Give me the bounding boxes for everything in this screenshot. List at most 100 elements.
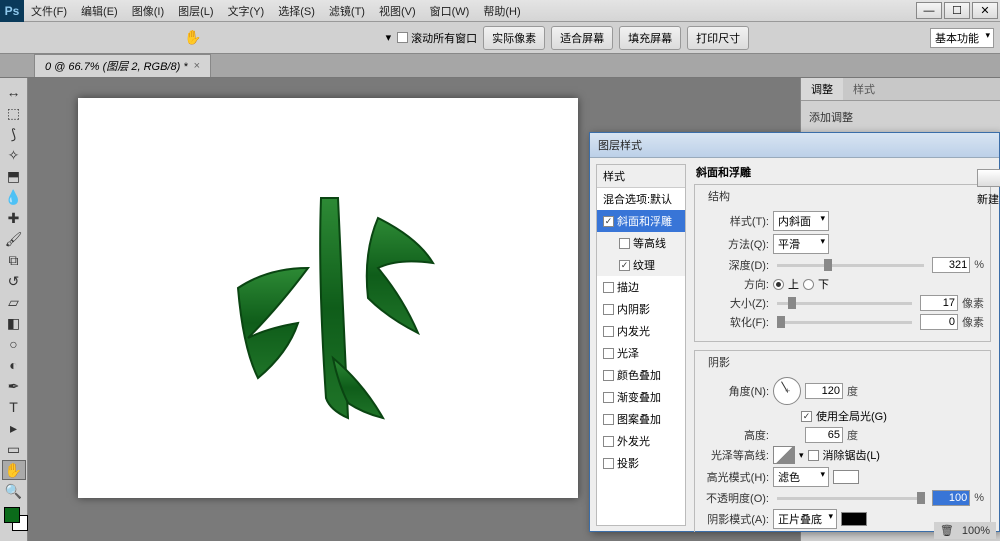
style-select[interactable]: 内斜面 [773,211,829,231]
heal-tool[interactable]: ✚ [2,208,26,228]
effect-color-overlay[interactable]: 颜色叠加 [597,364,685,386]
soften-slider[interactable] [777,321,912,324]
highlight-opacity-slider[interactable] [777,497,924,500]
dir-down-radio[interactable] [803,279,814,290]
effect-bevel[interactable]: 斜面和浮雕 [597,210,685,232]
foreground-color-swatch[interactable] [4,507,20,523]
angle-input[interactable] [805,383,843,399]
effect-stroke[interactable]: 描边 [597,276,685,298]
checkbox-icon[interactable] [603,414,614,425]
checkbox-icon[interactable] [603,392,614,403]
gloss-contour-picker[interactable] [773,446,795,464]
size-input[interactable] [920,295,958,311]
effect-pattern-overlay[interactable]: 图案叠加 [597,408,685,430]
effect-drop-shadow[interactable]: 投影 [597,452,685,474]
tab-close-icon[interactable]: × [194,60,200,72]
canvas[interactable] [78,98,578,498]
effect-outer-glow[interactable]: 外发光 [597,430,685,452]
global-light-checkbox[interactable] [801,411,812,422]
shadow-mode-select[interactable]: 正片叠底 [773,509,837,529]
antialias-checkbox[interactable] [808,450,819,461]
shape-tool[interactable]: ▭ [2,439,26,459]
scroll-all-checkbox[interactable]: 滚动所有窗口 [397,30,477,46]
menu-file[interactable]: 文件(F) [24,3,74,19]
blur-tool[interactable]: ○ [2,334,26,354]
document-tab[interactable]: 0 @ 66.7% (图层 2, RGB/8) * × [34,54,211,77]
blending-options-row[interactable]: 混合选项:默认 [597,188,685,210]
size-slider[interactable] [777,302,912,305]
trash-icon[interactable]: 🗑 [940,524,954,537]
checkbox-icon[interactable] [603,436,614,447]
checkbox-icon[interactable] [603,304,614,315]
eyedropper-tool[interactable]: 💧 [2,187,26,207]
color-swatches[interactable] [0,503,27,541]
wand-tool[interactable]: ✧ [2,145,26,165]
depth-slider[interactable] [777,264,924,267]
menu-filter[interactable]: 滤镜(T) [322,3,372,19]
marquee-tool[interactable]: ⬚ [2,103,26,123]
menu-window[interactable]: 窗口(W) [423,3,477,19]
zoom-level[interactable]: 100% [962,525,990,537]
stamp-tool[interactable]: ⧉ [2,250,26,270]
eraser-tool[interactable]: ▱ [2,292,26,312]
dropdown-icon[interactable]: ▾ [799,450,804,461]
checkbox-icon[interactable] [603,370,614,381]
ok-button[interactable] [977,169,1000,187]
actual-pixels-button[interactable]: 实际像素 [483,26,545,50]
highlight-mode-select[interactable]: 滤色 [773,467,829,487]
menu-layer[interactable]: 图层(L) [171,3,220,19]
menu-help[interactable]: 帮助(H) [476,3,527,19]
dialog-title[interactable]: 图层样式 [590,133,999,158]
angle-wheel[interactable] [773,377,801,405]
effect-satin[interactable]: 光泽 [597,342,685,364]
print-size-button[interactable]: 打印尺寸 [687,26,749,50]
hand-tool[interactable]: ✋ [2,460,26,480]
shadow-color-swatch[interactable] [841,512,867,526]
menu-select[interactable]: 选择(S) [271,3,322,19]
effect-gradient-overlay[interactable]: 渐变叠加 [597,386,685,408]
checkbox-icon[interactable] [619,238,630,249]
fit-screen-button[interactable]: 适合屏幕 [551,26,613,50]
fill-screen-button[interactable]: 填充屏幕 [619,26,681,50]
zoom-tool[interactable]: 🔍 [2,481,26,501]
gradient-tool[interactable]: ◧ [2,313,26,333]
depth-input[interactable] [932,257,970,273]
maximize-button[interactable]: ☐ [944,2,970,19]
workspace-select[interactable]: 基本功能 [930,28,994,48]
tab-styles[interactable]: 样式 [843,78,885,100]
menu-edit[interactable]: 编辑(E) [74,3,125,19]
effect-inner-glow[interactable]: 内发光 [597,320,685,342]
path-select-tool[interactable]: ▸ [2,418,26,438]
close-button[interactable]: ✕ [972,2,998,19]
highlight-opacity-input[interactable] [932,490,970,506]
menu-image[interactable]: 图像(I) [125,3,171,19]
effect-texture[interactable]: 纹理 [597,254,685,276]
new-style-button[interactable]: 新建 [977,191,1000,207]
effect-inner-shadow[interactable]: 内阴影 [597,298,685,320]
checkbox-icon[interactable] [603,282,614,293]
type-tool[interactable]: T [2,397,26,417]
dir-up-radio[interactable] [773,279,784,290]
effect-contour[interactable]: 等高线 [597,232,685,254]
menu-type[interactable]: 文字(Y) [221,3,272,19]
dodge-tool[interactable]: ◐ [2,355,26,375]
history-brush-tool[interactable]: ↺ [2,271,26,291]
soften-input[interactable] [920,314,958,330]
move-tool[interactable]: ↔ [2,82,26,102]
pen-tool[interactable]: ✒ [2,376,26,396]
dropdown-icon[interactable]: ▾ [386,31,392,44]
brush-tool[interactable]: 🖌 [2,229,26,249]
checkbox-icon[interactable] [603,326,614,337]
checkbox-icon[interactable] [619,260,630,271]
crop-tool[interactable]: ⬒ [2,166,26,186]
minimize-button[interactable]: — [916,2,942,19]
altitude-input[interactable] [805,427,843,443]
checkbox-icon[interactable] [603,458,614,469]
technique-select[interactable]: 平滑 [773,234,829,254]
tab-adjustments[interactable]: 调整 [801,78,843,100]
highlight-color-swatch[interactable] [833,470,859,484]
menu-view[interactable]: 视图(V) [372,3,423,19]
checkbox-icon[interactable] [603,216,614,227]
lasso-tool[interactable]: ⟆ [2,124,26,144]
checkbox-icon[interactable] [603,348,614,359]
